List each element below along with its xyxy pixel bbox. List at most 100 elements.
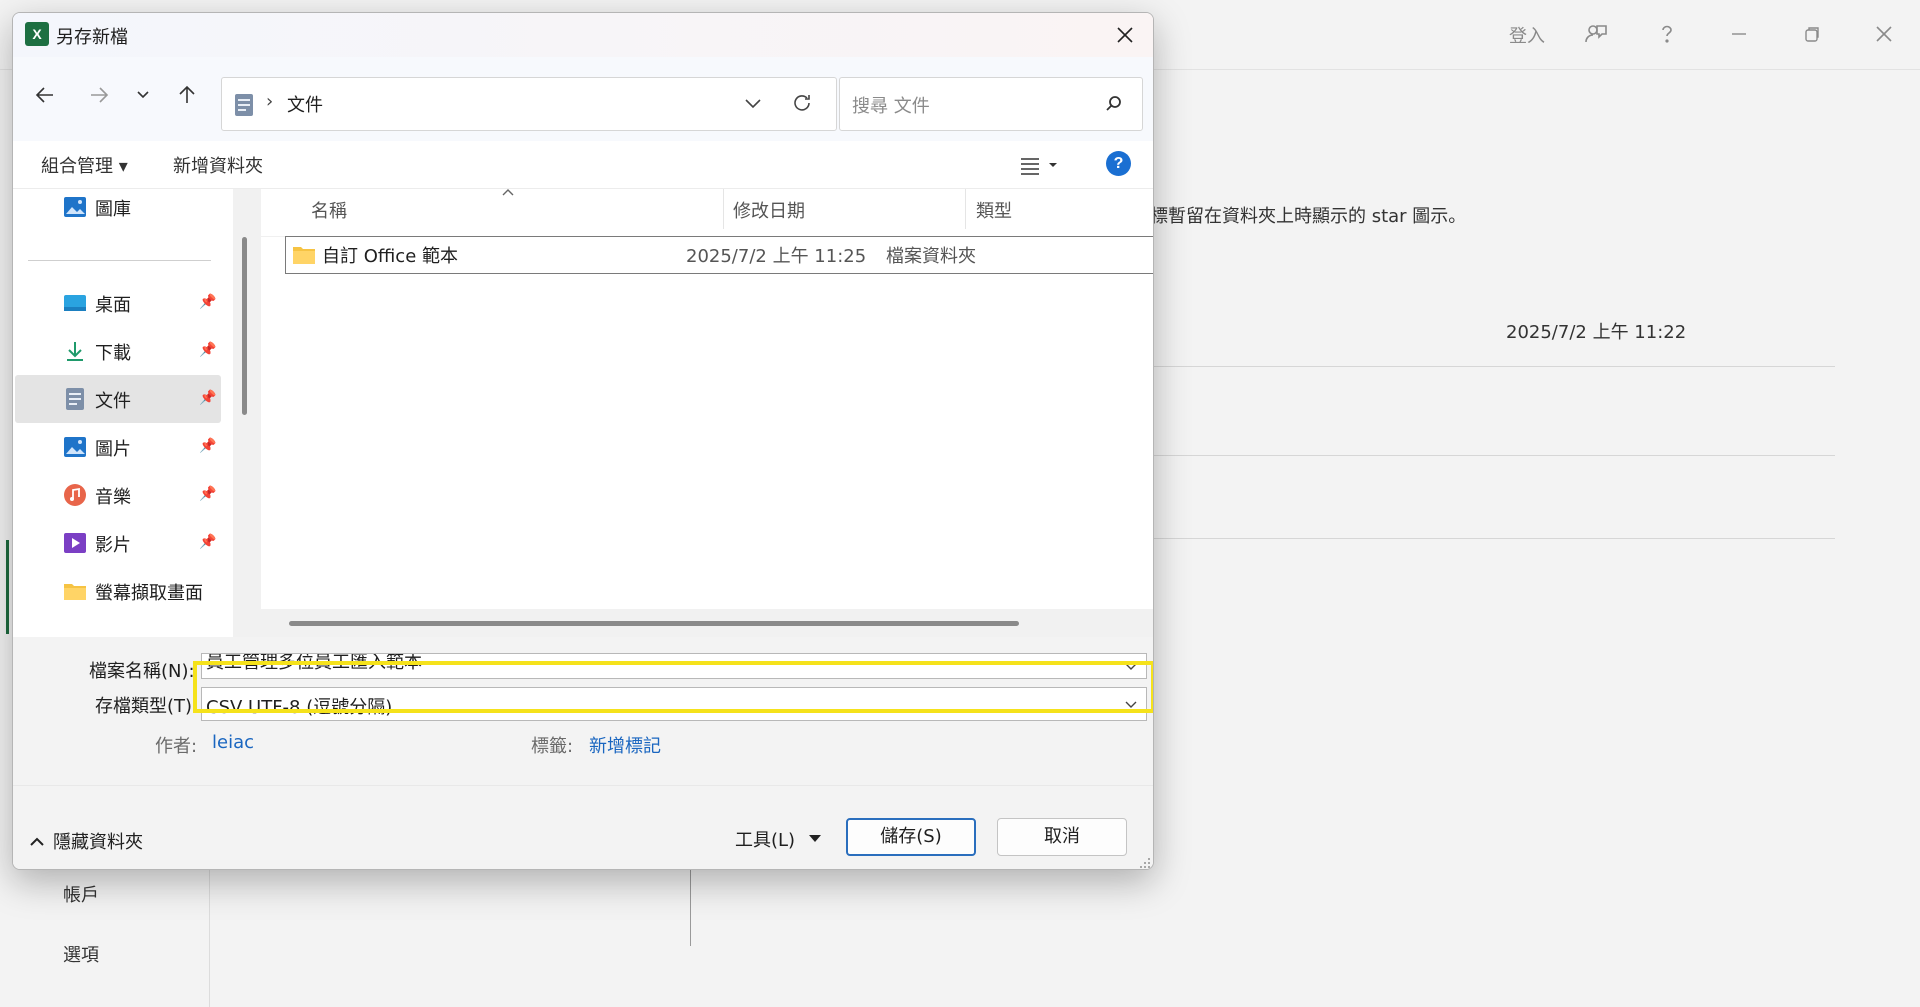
savetype-label: 存檔類型(T): [95, 696, 199, 717]
chevron-down-icon [137, 91, 149, 99]
documents-icon [235, 94, 253, 116]
nav-item-downloads[interactable]: 下載 📌 [15, 327, 221, 375]
refresh-icon[interactable] [790, 91, 814, 115]
annotation-highlight [193, 661, 1153, 713]
pin-icon[interactable]: 📌 [199, 342, 216, 358]
nav-item-gallery[interactable]: 圖庫 [15, 189, 221, 231]
dropdown-arrow-icon [809, 835, 822, 842]
help-question-icon[interactable] [1653, 20, 1681, 48]
add-tag-link[interactable]: 新增標記 [589, 732, 661, 758]
file-list: 名稱 修改日期 類型 自訂 Office 範本 2025/7/2 上午 11:2… [261, 189, 1153, 637]
view-options-icon[interactable] [1013, 151, 1065, 179]
nav-item-documents[interactable]: 文件 📌 [15, 375, 221, 423]
help-icon[interactable]: ? [1106, 151, 1131, 176]
pin-icon[interactable]: 📌 [199, 294, 216, 310]
address-bar[interactable]: › 文件 [221, 77, 837, 131]
nav-item-videos[interactable]: 影片 📌 [15, 519, 221, 567]
tools-label: 工具(L) [735, 830, 796, 851]
sign-in-link[interactable]: 登入 [1509, 22, 1545, 48]
nav-item-screenshots[interactable]: 螢幕擷取畫面 [15, 567, 221, 615]
documents-icon [66, 388, 84, 410]
pin-icon[interactable]: 📌 [199, 390, 216, 406]
dialog-footer: 隱藏資料夾 工具(L) 儲存(S) 取消 [13, 785, 1153, 869]
recent-date: 2025/7/2 上午 11:22 [1506, 322, 1687, 343]
sort-ascending-icon [502, 189, 514, 196]
sidebar-item-options[interactable]: 選項 [63, 941, 99, 967]
search-icon [1106, 96, 1121, 111]
file-name: 自訂 Office 範本 [322, 246, 458, 267]
search-box[interactable]: 搜尋 文件 [839, 77, 1143, 131]
sidebar-selection-accent [6, 540, 9, 634]
dialog-close-button[interactable] [1105, 17, 1145, 53]
nav-item-label: 文件 [95, 391, 131, 412]
navigation-bar: › 文件 搜尋 文件 [13, 57, 1153, 141]
organize-button[interactable]: 組合管理 ▾ [41, 152, 128, 178]
nav-item-label: 圖庫 [95, 199, 131, 220]
column-divider[interactable] [723, 189, 724, 229]
nav-pane-scrollbar[interactable] [233, 189, 261, 637]
file-modified: 2025/7/2 上午 11:25 [686, 246, 867, 267]
recent-locations-button[interactable] [125, 77, 161, 113]
pin-icon[interactable]: 📌 [199, 438, 216, 454]
chevron-up-icon [30, 837, 44, 846]
file-list-scrollbar[interactable] [261, 609, 1153, 637]
close-window-icon[interactable] [1870, 20, 1898, 48]
pin-hint-text: 標暫留在資料夾上時顯示的 star 圖示。 [1150, 206, 1467, 227]
breadcrumb-location[interactable]: 文件 [287, 91, 323, 117]
scrollbar-thumb[interactable] [242, 237, 247, 415]
forward-button[interactable] [81, 77, 117, 113]
dialog-title-bar: X 另存新檔 [13, 13, 1153, 57]
save-as-dialog: X 另存新檔 › 文件 搜尋 文件 組合管理 ▾ 新增資料夾 ? 圖庫 桌面 📌… [12, 12, 1154, 870]
breadcrumb-separator: › [266, 91, 274, 112]
desktop-icon [64, 295, 86, 311]
sidebar-item-account[interactable]: 帳戶 [63, 881, 99, 907]
column-header-name[interactable]: 名稱 [311, 197, 347, 223]
author-value[interactable]: leiac [212, 732, 254, 753]
arrow-left-icon [35, 87, 53, 103]
nav-separator [28, 260, 211, 261]
nav-item-label: 螢幕擷取畫面 [95, 583, 203, 604]
pin-icon[interactable]: 📌 [199, 534, 216, 550]
hide-folders-label: 隱藏資料夾 [53, 832, 143, 853]
column-header-modified[interactable]: 修改日期 [733, 197, 805, 223]
hide-folders-button[interactable]: 隱藏資料夾 [29, 828, 143, 854]
gallery-icon [64, 197, 86, 217]
nav-item-label: 影片 [95, 535, 131, 556]
column-header-row: 名稱 修改日期 類型 [261, 189, 1153, 237]
nav-item-desktop[interactable]: 桌面 📌 [15, 279, 221, 327]
cancel-button[interactable]: 取消 [997, 818, 1127, 856]
address-dropdown-icon[interactable] [742, 92, 764, 114]
download-icon [67, 342, 83, 361]
back-button[interactable] [27, 77, 63, 113]
filename-label: 檔案名稱(N): [89, 661, 195, 682]
minimize-icon[interactable] [1725, 20, 1753, 48]
nav-item-label: 圖片 [95, 439, 131, 460]
tools-menu-button[interactable]: 工具(L) [735, 826, 822, 852]
column-header-type[interactable]: 類型 [976, 197, 1012, 223]
resize-grip-icon[interactable] [1139, 857, 1151, 869]
nav-item-label: 音樂 [95, 487, 131, 508]
file-row[interactable]: 自訂 Office 範本 2025/7/2 上午 11:25 檔案資料夾 [285, 236, 1153, 274]
restore-icon[interactable] [1798, 20, 1826, 48]
divider [1150, 455, 1835, 456]
nav-item-pictures[interactable]: 圖片 📌 [15, 423, 221, 471]
close-icon [1117, 27, 1133, 43]
scrollbar-thumb[interactable] [289, 621, 1019, 626]
divider [690, 860, 691, 946]
column-divider[interactable] [965, 189, 966, 229]
up-button[interactable] [169, 77, 205, 113]
videos-icon [64, 533, 86, 553]
author-label: 作者: [155, 736, 198, 757]
new-folder-button[interactable]: 新增資料夾 [173, 152, 263, 178]
file-type: 檔案資料夾 [886, 246, 976, 267]
tags-label: 標籤: [531, 736, 574, 757]
coauthoring-icon[interactable] [1582, 20, 1610, 48]
nav-item-music[interactable]: 音樂 📌 [15, 471, 221, 519]
save-button[interactable]: 儲存(S) [846, 818, 976, 856]
divider [1150, 366, 1835, 367]
pin-icon[interactable]: 📌 [199, 486, 216, 502]
nav-item-label: 桌面 [95, 295, 131, 316]
excel-logo-icon: X [25, 22, 49, 46]
dialog-title: 另存新檔 [56, 27, 128, 48]
folder-icon [64, 584, 86, 600]
